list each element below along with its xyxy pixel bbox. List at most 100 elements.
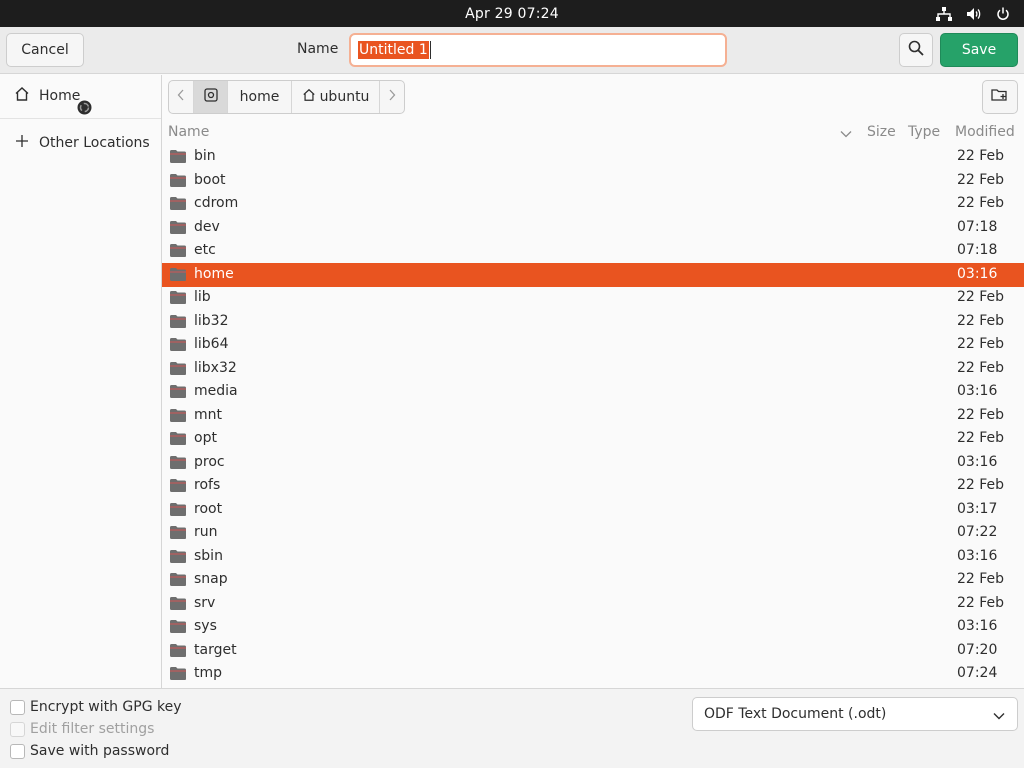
column-header: Name Size Type Modified xyxy=(162,122,1024,144)
edit-filter-checkbox: Edit filter settings xyxy=(10,721,154,737)
folder-icon xyxy=(169,361,187,376)
file-modified: 07:18 xyxy=(957,219,998,235)
file-name: opt xyxy=(194,430,217,446)
file-list[interactable]: bin 22 Feb boot 22 Feb cdrom 22 Feb dev 07:18 et… xyxy=(162,145,1024,688)
folder-icon xyxy=(169,502,187,517)
file-row[interactable]: lib64 22 Feb xyxy=(162,333,1024,357)
file-name: tmp xyxy=(194,665,223,681)
volume-icon xyxy=(966,7,982,21)
file-row[interactable]: bin 22 Feb xyxy=(162,145,1024,169)
file-row[interactable]: etc 07:18 xyxy=(162,239,1024,263)
file-row[interactable]: media 03:16 xyxy=(162,380,1024,404)
file-name: lib xyxy=(194,289,211,305)
file-modified: 22 Feb xyxy=(957,595,1005,611)
power-icon xyxy=(996,7,1010,21)
file-row[interactable]: sys 03:16 xyxy=(162,615,1024,639)
encrypt-gpg-checkbox[interactable]: Encrypt with GPG key xyxy=(10,699,182,715)
folder-icon xyxy=(169,455,187,470)
file-modified: 22 Feb xyxy=(957,477,1005,493)
sidebar-item-label: Home xyxy=(39,88,81,104)
path-back-button[interactable] xyxy=(169,81,194,113)
cancel-button[interactable]: Cancel xyxy=(6,33,84,67)
path-forward-button[interactable] xyxy=(380,81,404,113)
folder-icon xyxy=(169,478,187,493)
file-row[interactable]: sbin 03:16 xyxy=(162,545,1024,569)
file-row[interactable]: root 03:17 xyxy=(162,498,1024,522)
drive-icon xyxy=(203,88,218,106)
sort-chevron-down-icon[interactable] xyxy=(840,126,852,142)
new-folder-button[interactable] xyxy=(982,80,1018,114)
file-modified: 07:22 xyxy=(957,524,998,540)
file-row[interactable]: opt 22 Feb xyxy=(162,427,1024,451)
file-row[interactable]: boot 22 Feb xyxy=(162,169,1024,193)
file-row[interactable]: rofs 22 Feb xyxy=(162,474,1024,498)
file-modified: 03:16 xyxy=(957,383,998,399)
column-modified[interactable]: Modified xyxy=(955,124,1015,140)
checkbox-box[interactable] xyxy=(10,743,25,759)
folder-icon xyxy=(169,384,187,399)
file-row[interactable]: run 07:22 xyxy=(162,521,1024,545)
file-row[interactable]: snap 22 Feb xyxy=(162,568,1024,592)
save-button[interactable]: Save xyxy=(940,33,1018,67)
file-row[interactable]: tmp 07:24 xyxy=(162,662,1024,686)
system-status-area[interactable] xyxy=(936,0,1010,27)
file-modified: 22 Feb xyxy=(957,172,1005,188)
file-row[interactable]: dev 07:18 xyxy=(162,216,1024,240)
file-modified: 03:17 xyxy=(957,501,998,517)
file-name: boot xyxy=(194,172,226,188)
file-type-value: ODF Text Document (.odt) xyxy=(704,706,887,722)
file-row[interactable]: libx32 22 Feb xyxy=(162,357,1024,381)
file-name: snap xyxy=(194,571,228,587)
places-sidebar: Home Other Locations xyxy=(0,75,162,688)
folder-icon xyxy=(169,173,187,188)
folder-icon xyxy=(169,549,187,564)
file-modified: 03:16 xyxy=(957,266,998,282)
file-row[interactable]: srv 22 Feb xyxy=(162,592,1024,616)
folder-icon xyxy=(169,149,187,164)
folder-icon xyxy=(169,596,187,611)
sidebar-item-label: Other Locations xyxy=(39,135,150,151)
file-row[interactable]: lib 22 Feb xyxy=(162,286,1024,310)
column-name[interactable]: Name xyxy=(168,124,209,140)
folder-icon xyxy=(169,314,187,329)
clock[interactable]: Apr 29 07:24 xyxy=(465,6,559,22)
folder-icon xyxy=(169,572,187,587)
search-button[interactable] xyxy=(899,33,933,67)
file-row[interactable]: home 03:16 xyxy=(162,263,1024,287)
folder-icon xyxy=(169,267,187,282)
save-password-checkbox[interactable]: Save with password xyxy=(10,743,169,759)
top-bar: Apr 29 07:24 xyxy=(0,0,1024,27)
file-row[interactable]: lib32 22 Feb xyxy=(162,310,1024,334)
new-folder-icon xyxy=(991,87,1009,107)
checkbox-box[interactable] xyxy=(10,699,25,715)
file-row[interactable]: target 07:20 xyxy=(162,639,1024,663)
file-name: cdrom xyxy=(194,195,239,211)
column-size[interactable]: Size xyxy=(867,124,896,140)
folder-icon xyxy=(169,196,187,211)
file-modified: 07:24 xyxy=(957,665,998,681)
checkbox-label: Save with password xyxy=(30,743,170,759)
filename-value: Untitled 1 xyxy=(358,41,429,59)
chevron-left-icon xyxy=(177,89,185,105)
file-row[interactable]: cdrom 22 Feb xyxy=(162,192,1024,216)
file-name: sbin xyxy=(194,548,223,564)
checkbox-box xyxy=(10,721,25,737)
column-type[interactable]: Type xyxy=(908,124,940,140)
file-modified: 22 Feb xyxy=(957,195,1005,211)
file-modified: 03:16 xyxy=(957,618,998,634)
path-segment-root[interactable] xyxy=(194,81,228,113)
file-row[interactable]: mnt 22 Feb xyxy=(162,404,1024,428)
file-name: dev xyxy=(194,219,220,235)
file-name: mnt xyxy=(194,407,222,423)
file-modified: 22 Feb xyxy=(957,407,1005,423)
file-modified: 22 Feb xyxy=(957,336,1005,352)
path-segment-ubuntu[interactable]: ubuntu xyxy=(292,81,380,113)
chevron-down-icon xyxy=(993,708,1005,724)
sidebar-item-other-locations[interactable]: Other Locations xyxy=(0,125,161,161)
file-name: sys xyxy=(194,618,217,634)
filename-input[interactable]: Untitled 1 xyxy=(349,33,727,67)
file-type-dropdown[interactable]: ODF Text Document (.odt) xyxy=(692,697,1018,731)
file-row[interactable]: proc 03:16 xyxy=(162,451,1024,475)
path-segment-home[interactable]: home xyxy=(228,81,292,113)
file-modified: 03:16 xyxy=(957,548,998,564)
